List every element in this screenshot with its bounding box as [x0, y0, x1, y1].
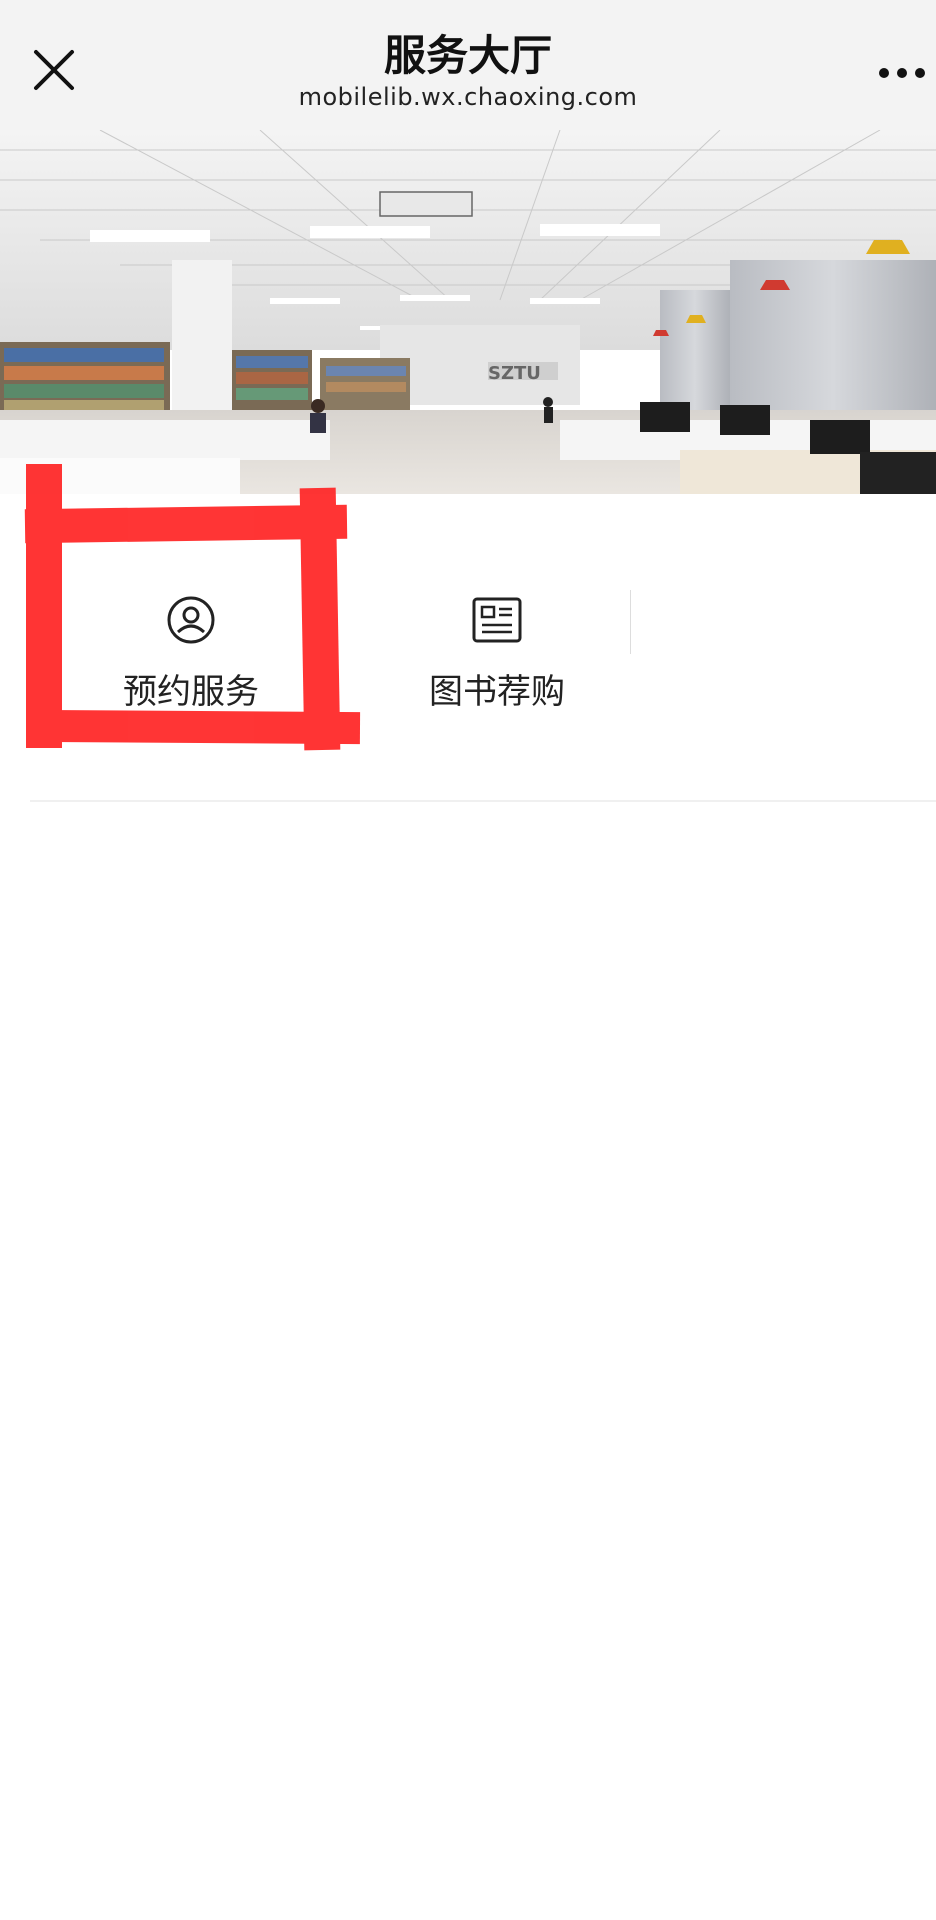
header-bar: 服务大厅 mobilelib.wx.chaoxing.com: [0, 0, 936, 130]
more-dots-icon[interactable]: [874, 58, 934, 88]
service-label: 预约服务: [123, 672, 259, 712]
page: 服务大厅 mobilelib.wx.chaoxing.com SZTU 预约服务…: [0, 0, 936, 1920]
service-reservation[interactable]: 预约服务: [41, 594, 341, 734]
banner-sign-text: SZTU: [488, 363, 541, 384]
divider: [30, 800, 936, 802]
page-url: mobilelib.wx.chaoxing.com: [298, 83, 638, 111]
page-title: 服务大厅: [383, 31, 552, 80]
book-card-icon: [471, 594, 523, 646]
banner-image: SZTU: [0, 130, 936, 494]
divider: [630, 590, 631, 654]
user-circle-icon: [165, 594, 217, 646]
services-card: 预约服务 图书荐购: [20, 494, 936, 800]
service-book-recommend[interactable]: 图书荐购: [347, 594, 647, 734]
service-label: 图书荐购: [429, 672, 565, 712]
